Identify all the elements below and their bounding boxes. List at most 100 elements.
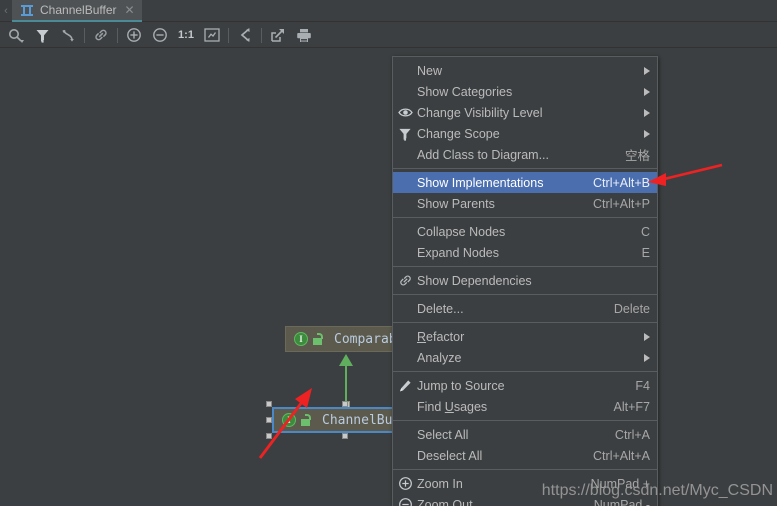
menu-item-change-scope[interactable]: Change Scope xyxy=(393,123,657,144)
menu-separator xyxy=(393,420,657,421)
zoom-in-icon[interactable] xyxy=(121,24,147,47)
tab-bar: ‹ ChannelBuffer ✕ xyxy=(0,0,777,22)
menu-item-shortcut: Ctrl+Alt+A xyxy=(593,448,650,463)
resize-handle-s[interactable] xyxy=(342,433,348,439)
menu-item-jump-to-source[interactable]: Jump to Source F4 xyxy=(393,375,657,396)
menu-item-label: Add Class to Diagram... xyxy=(417,147,549,162)
unlock-icon xyxy=(313,333,324,345)
menu-item-label: Select All xyxy=(417,427,469,442)
menu-item-label: Jump to Source xyxy=(417,378,505,393)
menu-item-label: Refactor xyxy=(417,329,465,344)
fit-content-icon[interactable] xyxy=(199,24,225,47)
menu-item-label: Collapse Nodes xyxy=(417,224,506,239)
menu-item-analyze[interactable]: Analyze xyxy=(393,347,657,368)
zoom-in-icon xyxy=(393,473,417,494)
menu-item-shortcut: Alt+F7 xyxy=(613,399,650,414)
menu-item-shortcut: 空格 xyxy=(624,148,650,163)
menu-separator xyxy=(393,322,657,323)
filter-icon[interactable] xyxy=(29,24,55,47)
diagram-editor-window: ‹ ChannelBuffer ✕ 1:1 I Comparab I Chann… xyxy=(0,0,777,506)
resize-handle-w[interactable] xyxy=(266,417,272,423)
diagram-toolbar: 1:1 xyxy=(0,23,777,48)
menu-item-new[interactable]: New xyxy=(393,60,657,81)
menu-item-shortcut: Ctrl+Alt+B xyxy=(593,175,650,190)
uml-class-diagram-icon xyxy=(20,3,34,17)
no-icon xyxy=(393,81,417,102)
menu-item-label: Show Parents xyxy=(417,196,495,211)
diagram-context-menu[interactable]: New Show Categories Change Visibility Le… xyxy=(392,56,658,506)
menu-separator xyxy=(393,294,657,295)
menu-item-deselect-all[interactable]: Deselect All Ctrl+Alt+A xyxy=(393,445,657,466)
submenu-chevron-icon xyxy=(644,87,650,96)
layout-icon[interactable] xyxy=(232,24,258,47)
diagram-canvas[interactable]: I Comparab I ChannelBuf xyxy=(0,48,777,506)
menu-item-label: Expand Nodes xyxy=(417,245,500,260)
menu-item-change-visibility-level[interactable]: Change Visibility Level xyxy=(393,102,657,123)
edges-icon[interactable] xyxy=(55,24,81,47)
menu-separator xyxy=(393,469,657,470)
menu-item-shortcut: Delete xyxy=(613,301,650,316)
zoom-out-icon xyxy=(393,494,417,506)
toolbar-separator xyxy=(261,27,262,43)
export-icon[interactable] xyxy=(265,24,291,47)
menu-item-show-categories[interactable]: Show Categories xyxy=(393,81,657,102)
zoom-out-icon[interactable] xyxy=(147,24,173,47)
tab-channelbuffer[interactable]: ChannelBuffer ✕ xyxy=(12,0,142,22)
diagram-node-label: Comparab xyxy=(334,331,397,347)
no-icon xyxy=(393,326,417,347)
no-icon xyxy=(393,298,417,319)
menu-item-label: Show Categories xyxy=(417,84,513,99)
menu-separator xyxy=(393,371,657,372)
menu-item-expand-nodes[interactable]: Expand Nodes E xyxy=(393,242,657,263)
no-icon xyxy=(393,60,417,81)
no-icon xyxy=(393,242,417,263)
menu-separator xyxy=(393,266,657,267)
menu-separator xyxy=(393,217,657,218)
diagram-node-channelbuffer[interactable]: I ChannelBuf xyxy=(272,407,406,433)
actual-size-icon[interactable]: 1:1 xyxy=(173,24,199,47)
menu-item-show-parents[interactable]: Show Parents Ctrl+Alt+P xyxy=(393,193,657,214)
no-icon xyxy=(393,445,417,466)
menu-item-label: Deselect All xyxy=(417,448,483,463)
tab-scroll-left-icon[interactable]: ‹ xyxy=(1,3,11,19)
submenu-chevron-icon xyxy=(644,108,650,117)
interface-badge-icon: I xyxy=(282,413,296,427)
menu-item-label: Analyze xyxy=(417,350,462,365)
no-icon xyxy=(393,424,417,445)
resize-handle-n[interactable] xyxy=(342,401,348,407)
submenu-chevron-icon xyxy=(644,66,650,75)
no-icon xyxy=(393,144,417,165)
no-icon xyxy=(393,172,417,193)
toolbar-separator xyxy=(84,27,85,43)
diagram-node-comparable[interactable]: I Comparab xyxy=(285,326,405,352)
zoom-tool-icon[interactable] xyxy=(3,24,29,47)
close-icon[interactable]: ✕ xyxy=(125,4,135,16)
resize-handle-nw[interactable] xyxy=(266,401,272,407)
menu-item-show-dependencies[interactable]: Show Dependencies xyxy=(393,270,657,291)
toolbar-separator xyxy=(228,27,229,43)
diagram-node-label: ChannelBuf xyxy=(322,412,401,428)
resize-handle-sw[interactable] xyxy=(266,433,272,439)
menu-item-add-class-to-diagram[interactable]: Add Class to Diagram... 空格 xyxy=(393,144,657,165)
print-icon[interactable] xyxy=(291,24,317,47)
submenu-chevron-icon xyxy=(644,332,650,341)
dependencies-link-icon[interactable] xyxy=(88,24,114,47)
link-icon xyxy=(393,270,417,291)
menu-item-label: Delete... xyxy=(417,301,464,316)
submenu-chevron-icon xyxy=(644,353,650,362)
menu-item-label: Change Scope xyxy=(417,126,500,141)
no-icon xyxy=(393,396,417,417)
menu-item-show-implementations[interactable]: Show Implementations Ctrl+Alt+B xyxy=(393,172,657,193)
submenu-chevron-icon xyxy=(644,129,650,138)
menu-item-shortcut: Ctrl+Alt+P xyxy=(593,196,650,211)
toolbar-separator xyxy=(117,27,118,43)
menu-item-select-all[interactable]: Select All Ctrl+A xyxy=(393,424,657,445)
unlock-icon xyxy=(301,414,312,426)
menu-item-find-usages[interactable]: Find Usages Alt+F7 xyxy=(393,396,657,417)
menu-item-label: Show Dependencies xyxy=(417,273,532,288)
menu-item-label: Find Usages xyxy=(417,399,488,414)
menu-item-collapse-nodes[interactable]: Collapse Nodes C xyxy=(393,221,657,242)
menu-item-delete[interactable]: Delete... Delete xyxy=(393,298,657,319)
no-icon xyxy=(393,193,417,214)
menu-item-refactor[interactable]: Refactor xyxy=(393,326,657,347)
